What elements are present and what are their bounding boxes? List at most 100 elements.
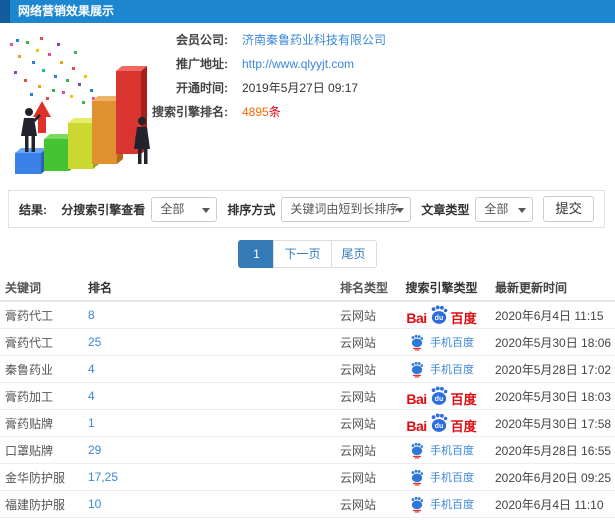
last-page-button[interactable]: 尾页 <box>330 240 377 268</box>
sort-filter-label: 排序方式 <box>227 202 276 217</box>
mobile-baidu-paw-icon <box>411 442 424 458</box>
mobile-baidu-badge: 手机百度 <box>409 334 474 351</box>
keyword-cell: 膏药加工 <box>5 389 54 404</box>
company-link[interactable]: 济南秦鲁药业科技有限公司 <box>242 33 386 47</box>
rank-link[interactable]: 1 <box>88 416 95 430</box>
mobile-baidu-label: 手机百度 <box>430 337 474 349</box>
table-row: 膏药加工 4 云网站 Bai du 百度 2020年5月30日 18:03 <box>0 383 615 410</box>
table-row: 口罩贴牌 29 云网站 手机百度 2020年5月28日 16:55 <box>0 437 615 464</box>
rank-type-cell: 云网站 <box>340 389 377 404</box>
page-button-current[interactable]: 1 <box>238 240 275 268</box>
rank-type-cell: 云网站 <box>340 470 377 485</box>
open-time-label: 开通时间: <box>176 81 228 95</box>
mobile-baidu-paw-icon <box>411 334 424 350</box>
title-bar-accent <box>0 0 10 23</box>
rank-type-cell: 云网站 <box>340 362 377 377</box>
keyword-cell: 秦鲁药业 <box>5 362 54 377</box>
mobile-baidu-badge: 手机百度 <box>409 469 474 486</box>
engine-filter-label: 分搜索引擎查看 <box>61 202 146 217</box>
rank-type-cell: 云网站 <box>340 308 377 323</box>
svg-text:du: du <box>434 314 443 322</box>
col-header-rank: 排名 <box>88 281 113 295</box>
rank-link[interactable]: 4 <box>88 389 95 403</box>
updated-cell: 2020年5月28日 17:02 <box>495 362 612 377</box>
sort-select[interactable]: 关键词由短到长排序 <box>281 196 412 222</box>
mobile-baidu-label: 手机百度 <box>430 472 474 484</box>
next-page-button[interactable]: 下一页 <box>273 240 332 268</box>
mobile-baidu-label: 手机百度 <box>430 499 474 511</box>
promo-url-link[interactable]: http://www.qlyyjt.com <box>242 57 354 71</box>
ranking-count-unit: 条 <box>268 105 281 119</box>
keyword-cell: 膏药贴牌 <box>5 416 54 431</box>
sort-select-value: 关键词由短到长排序 <box>290 201 399 216</box>
company-label: 会员公司: <box>176 33 228 47</box>
submit-button[interactable]: 提交 <box>543 196 594 222</box>
updated-cell: 2020年6月20日 09:25 <box>495 470 612 485</box>
table-row: 金华防护服 17,25 云网站 手机百度 2020年6月20日 09:25 <box>0 464 615 491</box>
engine-cell: Bai du 百度 <box>393 305 490 325</box>
engine-cell: 手机百度 <box>393 442 490 459</box>
updated-cell: 2020年6月4日 11:15 <box>495 308 604 323</box>
results-label: 结果: <box>19 202 47 217</box>
account-info-section: 会员公司: 济南秦鲁药业科技有限公司 推广地址: http://www.qlyy… <box>0 23 615 188</box>
rank-link[interactable]: 25 <box>88 335 101 349</box>
title-bar: 网络营销效果展示 <box>0 0 615 23</box>
rank-type-cell: 云网站 <box>340 416 377 431</box>
engine-cell: 手机百度 <box>393 334 490 351</box>
table-row: 秦鲁药业 4 云网站 手机百度 2020年5月28日 17:02 <box>0 356 615 383</box>
info-row-ranking-count: 搜索引擎排名: 4895条 <box>0 100 480 124</box>
chevron-down-icon <box>396 207 405 213</box>
baidu-paw-icon: du <box>431 305 447 324</box>
baidu-paw-icon: du <box>431 386 447 405</box>
ranking-count-label: 搜索引擎排名: <box>152 105 228 119</box>
rank-type-cell: 云网站 <box>340 497 377 512</box>
results-filter-panel: 结果: 分搜索引擎查看 全部 排序方式 关键词由短到长排序 文章类型 全部 提交 <box>8 190 605 228</box>
updated-cell: 2020年5月30日 18:03 <box>495 389 612 404</box>
info-row-company: 会员公司: 济南秦鲁药业科技有限公司 <box>0 28 480 52</box>
mobile-baidu-paw-icon <box>411 496 424 512</box>
ranking-count-number: 4895 <box>242 105 269 119</box>
account-info-list: 会员公司: 济南秦鲁药业科技有限公司 推广地址: http://www.qlyy… <box>0 28 480 124</box>
keyword-cell: 福建防护服 <box>5 497 66 512</box>
mobile-baidu-badge: 手机百度 <box>409 496 474 513</box>
article-type-select[interactable]: 全部 <box>475 196 534 222</box>
engine-select-value: 全部 <box>160 201 185 216</box>
rank-type-cell: 云网站 <box>340 335 377 350</box>
rank-type-cell: 云网站 <box>340 443 377 458</box>
rank-link[interactable]: 17,25 <box>88 470 118 484</box>
table-row: 膏药贴牌 1 云网站 Bai du 百度 2020年5月30日 17:58 <box>0 410 615 437</box>
rank-link[interactable]: 29 <box>88 443 101 457</box>
mobile-baidu-label: 手机百度 <box>430 364 474 376</box>
open-time-value: 2019年5月27日 09:17 <box>242 81 359 95</box>
rank-link[interactable]: 4 <box>88 362 95 376</box>
info-row-url: 推广地址: http://www.qlyyjt.com <box>0 52 480 76</box>
updated-cell: 2020年5月28日 16:55 <box>495 443 612 458</box>
rank-link[interactable]: 8 <box>88 308 95 322</box>
promo-url-label: 推广地址: <box>176 57 228 71</box>
mobile-baidu-paw-icon <box>411 469 424 485</box>
mobile-baidu-label: 手机百度 <box>430 445 474 457</box>
svg-text:du: du <box>434 395 443 403</box>
table-row: 膏药代工 8 云网站 Bai du 百度 2020年6月4日 11:15 <box>0 302 615 329</box>
mobile-baidu-paw-icon <box>411 361 424 377</box>
table-row: 福建防护服 10 云网站 手机百度 2020年6月4日 11:10 <box>0 491 615 518</box>
baidu-paw-icon: du <box>431 413 447 432</box>
col-header-engine-type: 搜索引擎类型 <box>405 281 478 295</box>
keyword-cell: 膏药代工 <box>5 335 54 350</box>
col-header-keyword: 关键词 <box>5 281 42 295</box>
engine-cell: 手机百度 <box>393 469 490 486</box>
table-body: 膏药代工 8 云网站 Bai du 百度 2020年6月4日 11:15 膏药代… <box>0 302 615 518</box>
col-header-updated: 最新更新时间 <box>495 281 568 295</box>
keyword-ranking-table: 关键词 排名 排名类型 搜索引擎类型 最新更新时间 膏药代工 8 云网站 Bai… <box>0 275 615 518</box>
chevron-down-icon <box>202 207 211 213</box>
engine-cell: Bai du 百度 <box>393 413 490 433</box>
engine-select[interactable]: 全部 <box>151 196 218 222</box>
rank-link[interactable]: 10 <box>88 497 101 511</box>
col-header-rank-type: 排名类型 <box>340 281 389 295</box>
updated-cell: 2020年6月4日 11:10 <box>495 497 604 512</box>
baidu-logo: Bai du 百度 <box>406 413 477 433</box>
page-title: 网络营销效果展示 <box>18 4 115 18</box>
mobile-baidu-badge: 手机百度 <box>409 361 474 378</box>
pagination: 1 下一页 尾页 <box>0 240 615 268</box>
info-row-open-time: 开通时间: 2019年5月27日 09:17 <box>0 76 480 100</box>
